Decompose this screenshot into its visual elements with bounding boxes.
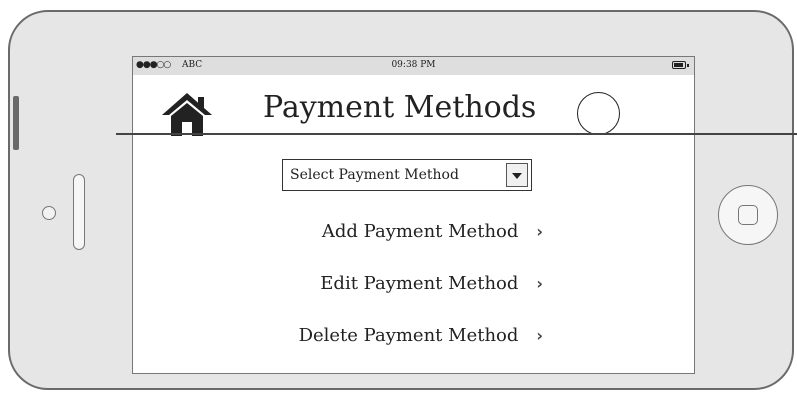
phone-screen: ●●●○○ ABC 09:38 PM Payment Methods Selec… [132, 56, 695, 374]
battery-icon [672, 61, 689, 69]
header-divider [116, 133, 797, 135]
avatar[interactable] [577, 92, 620, 135]
dropdown-button[interactable] [506, 163, 528, 187]
volume-button [13, 96, 19, 150]
front-camera [42, 206, 56, 220]
battery-tip [687, 63, 689, 67]
page-title: Payment Methods [263, 90, 537, 125]
chevron-right-icon: › [536, 222, 543, 241]
battery-level [674, 63, 683, 67]
payment-method-select[interactable]: Select Payment Method [282, 159, 532, 191]
menu-item-label: Add Payment Method [321, 221, 519, 242]
select-value: Select Payment Method [290, 167, 459, 183]
home-button-square-icon [738, 205, 758, 225]
menu-item-edit-payment-method[interactable]: Edit Payment Method › [320, 273, 543, 294]
device-home-button[interactable] [718, 185, 778, 245]
chevron-right-icon: › [536, 326, 543, 345]
status-time: 09:38 PM [391, 60, 436, 70]
caret-down-icon [512, 173, 522, 179]
speaker-grille [73, 174, 85, 250]
home-icon[interactable] [161, 91, 213, 137]
menu-item-label: Edit Payment Method [320, 273, 519, 294]
phone-device-frame: ●●●○○ ABC 09:38 PM Payment Methods Selec… [8, 10, 794, 390]
menu-item-delete-payment-method[interactable]: Delete Payment Method › [299, 325, 543, 346]
status-bar: ●●●○○ ABC 09:38 PM [133, 57, 694, 75]
menu-item-label: Delete Payment Method [298, 325, 519, 346]
chevron-right-icon: › [536, 274, 543, 293]
menu-item-add-payment-method[interactable]: Add Payment Method › [322, 221, 543, 242]
